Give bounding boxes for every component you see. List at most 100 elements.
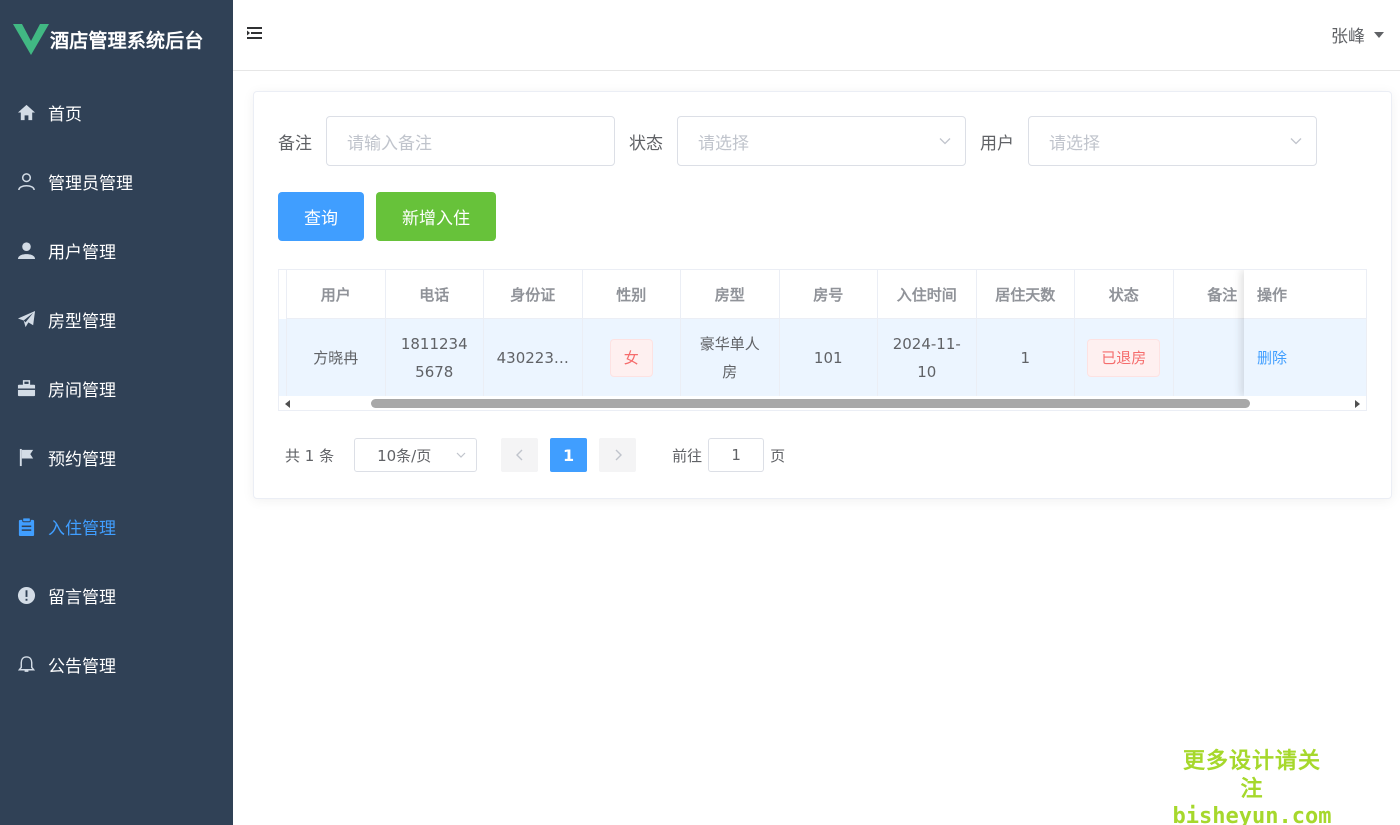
user-placeholder: 请选择 — [1049, 133, 1100, 154]
column-header-days: 居住天数 — [977, 270, 1075, 318]
user-outline-icon — [16, 172, 36, 192]
remark-input[interactable]: 请输入备注 — [326, 116, 615, 166]
table-scroll-edge — [279, 270, 287, 396]
scrollbar-thumb[interactable] — [371, 399, 1250, 408]
column-header-user: 用户 — [287, 270, 386, 318]
sidebar-item-label: 房型管理 — [48, 312, 116, 332]
column-header-gender: 性别 — [583, 270, 681, 318]
goto-label: 前往 — [672, 446, 703, 465]
cell-checkin-time: 2024-11-10 — [878, 319, 977, 396]
cell-phone: 18112345678 — [386, 319, 484, 396]
sidebar-item-label: 入住管理 — [48, 519, 116, 539]
clipboard-icon — [16, 517, 36, 537]
cell-gender: 女 — [583, 319, 681, 396]
sidebar-item-users[interactable]: 用户管理 — [0, 216, 233, 285]
watermark-line2: bisheyun.com — [1172, 804, 1332, 825]
sidebar-item-room-types[interactable]: 房型管理 — [0, 285, 233, 354]
bell-icon — [16, 655, 36, 675]
status-tag: 已退房 — [1087, 338, 1161, 377]
sidebar-item-home[interactable]: 首页 — [0, 78, 233, 147]
page-size-select[interactable]: 10条/页 — [354, 438, 478, 472]
column-header-room-type: 房型 — [681, 270, 780, 318]
sidebar-item-messages[interactable]: 留言管理 — [0, 561, 233, 630]
hamburger-icon[interactable] — [246, 24, 264, 42]
add-checkin-button[interactable]: 新增入住 — [376, 192, 496, 241]
sidebar-item-label: 公告管理 — [48, 657, 116, 677]
watermark-line1: 更多设计请关注 — [1182, 749, 1321, 802]
vue-logo-icon — [13, 24, 49, 55]
logo: 酒店管理系统后台 — [0, 0, 233, 78]
cell-days: 1 — [977, 319, 1075, 396]
sidebar-item-rooms[interactable]: 房间管理 — [0, 354, 233, 423]
cell-room-type: 豪华单人房 — [681, 319, 780, 396]
chevron-right-icon — [615, 449, 622, 461]
query-button[interactable]: 查询 — [278, 192, 364, 241]
remark-placeholder: 请输入备注 — [347, 133, 432, 154]
scroll-left-arrow-icon[interactable] — [285, 400, 290, 408]
column-header-status: 状态 — [1075, 270, 1174, 318]
sidebar-item-label: 管理员管理 — [48, 174, 133, 194]
cell-room-type-text: 豪华单人房 — [699, 334, 760, 381]
goto-page-input[interactable]: 1 — [708, 438, 765, 472]
horizontal-scrollbar[interactable] — [279, 396, 1366, 410]
gender-tag: 女 — [609, 338, 653, 377]
cell-action: 删除 — [1244, 319, 1366, 396]
sidebar-item-reservations[interactable]: 预约管理 — [0, 423, 233, 492]
table-header: 用户 电话 身份证 性别 房型 房号 入住时间 居住天数 状态 备注 — [287, 270, 1272, 319]
prev-page-button[interactable] — [501, 438, 539, 472]
paper-plane-icon — [16, 310, 36, 330]
sidebar-menu: 首页 管理员管理 用户管理 房型管理 房间管理 预约管理 入住管理 留言管理 公… — [0, 78, 233, 699]
top-header: 张峰 — [233, 0, 1400, 71]
sidebar-item-label: 用户管理 — [48, 243, 116, 263]
sidebar-item-label: 留言管理 — [48, 588, 116, 608]
sidebar: 酒店管理系统后台 首页 管理员管理 用户管理 房型管理 房间管理 预约管理 入住… — [0, 0, 233, 825]
user-dropdown[interactable]: 张峰 — [1331, 22, 1384, 47]
next-page-button[interactable] — [599, 438, 637, 472]
caret-down-icon — [1374, 31, 1384, 38]
app-title: 酒店管理系统后台 — [50, 29, 204, 52]
column-header-phone: 电话 — [386, 270, 484, 318]
chevron-down-icon — [456, 452, 466, 458]
warning-circle-icon — [16, 586, 36, 606]
username: 张峰 — [1331, 27, 1365, 47]
chevron-down-icon — [1290, 138, 1302, 145]
status-select[interactable]: 请选择 — [677, 116, 966, 166]
sidebar-item-admin[interactable]: 管理员管理 — [0, 147, 233, 216]
chevron-left-icon — [515, 449, 523, 461]
scroll-right-arrow-icon[interactable] — [1355, 400, 1360, 408]
cell-user: 方晓冉 — [287, 319, 386, 396]
sidebar-item-label: 房间管理 — [48, 381, 116, 401]
remark-label: 备注 — [278, 133, 312, 154]
cell-id-card: 430223… — [484, 319, 583, 396]
flag-icon — [16, 448, 36, 468]
main-card: 备注 请输入备注 状态 请选择 用户 请选择 查询 新增入住 用户 电话 身份证… — [253, 91, 1392, 499]
page-number-button[interactable]: 1 — [550, 438, 588, 472]
status-placeholder: 请选择 — [698, 133, 749, 154]
sidebar-item-checkin[interactable]: 入住管理 — [0, 492, 233, 561]
checkin-table: 用户 电话 身份证 性别 房型 房号 入住时间 居住天数 状态 备注 方晓冉 1… — [278, 269, 1367, 411]
watermark: 更多设计请关注 bisheyun.com — [1172, 748, 1332, 825]
column-header-checkin-time: 入住时间 — [878, 270, 977, 318]
cell-status: 已退房 — [1075, 319, 1174, 396]
table-row[interactable]: 方晓冉 18112345678 430223… 女 豪华单人房 101 2024… — [287, 319, 1272, 396]
page-jumper: 前往 1 页 — [672, 438, 785, 472]
column-header-room-no: 房号 — [780, 270, 878, 318]
user-select[interactable]: 请选择 — [1028, 116, 1317, 166]
user-icon — [16, 241, 36, 261]
cell-phone-text: 18112345678 — [400, 334, 468, 381]
action-buttons: 查询 新增入住 — [278, 192, 508, 241]
fixed-action-column: 操作 删除 — [1244, 270, 1366, 396]
pagination: 共 1 条 10条/页 1 前往 1 页 — [285, 438, 785, 472]
user-label: 用户 — [980, 133, 1014, 154]
sidebar-item-notices[interactable]: 公告管理 — [0, 630, 233, 699]
sidebar-item-label: 首页 — [48, 105, 82, 125]
home-icon — [16, 103, 36, 123]
pagination-total: 共 1 条 — [285, 446, 335, 465]
column-header-id-card: 身份证 — [484, 270, 583, 318]
sidebar-item-label: 预约管理 — [48, 450, 116, 470]
status-label: 状态 — [629, 133, 663, 154]
chevron-down-icon — [939, 138, 951, 145]
cell-checkin-time-text: 2024-11-10 — [892, 334, 961, 381]
delete-link[interactable]: 删除 — [1257, 347, 1287, 368]
goto-suffix: 页 — [770, 446, 786, 465]
